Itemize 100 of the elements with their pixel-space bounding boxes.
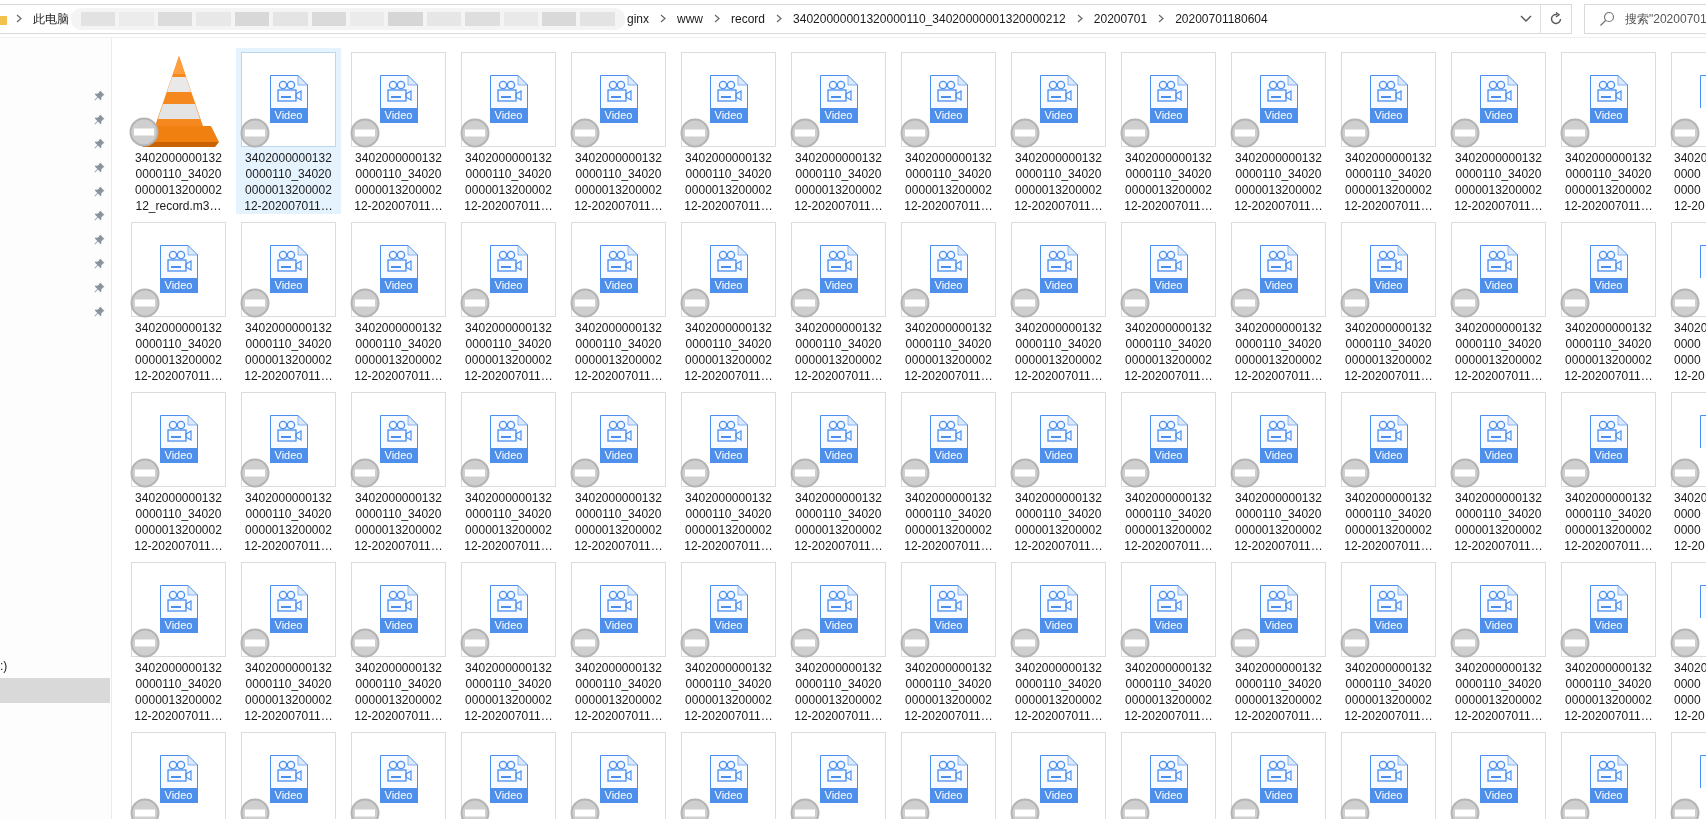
- file-item[interactable]: Video 34020000001320000110_34020000001320000212-202007011…: [236, 558, 341, 724]
- breadcrumb-item[interactable]: 20200701180604: [1173, 9, 1270, 28]
- video-camera-file-icon: [269, 75, 308, 108]
- file-item[interactable]: Video 34020000001320000110_34020000001320000212-202007011…: [676, 48, 781, 214]
- file-item[interactable]: Video 34020000001320000110_34020000001320000212-202007011…: [566, 48, 671, 214]
- file-item[interactable]: Video 34020000001320000110_34020000001320000212-202007011…: [346, 388, 451, 554]
- nav-item[interactable]: :): [0, 653, 110, 678]
- file-item[interactable]: Video 34020000001320000110_34020000001320000212-202007011…: [456, 388, 561, 554]
- file-item[interactable]: Video 34020000001320000110_34020000001320000212-202007011…: [236, 218, 341, 384]
- file-item[interactable]: Video 34020000001320000110_34020000001320000212-202007011…: [566, 218, 671, 384]
- file-item[interactable]: Video 34020000001320000110_34020000001320000212-202007011…: [1336, 218, 1441, 384]
- file-item[interactable]: Video 34020000001320000110_34020000001320000212-202007011…: [1006, 388, 1111, 554]
- file-name: 34020 0000 0000 12-20: [1674, 150, 1706, 214]
- file-item[interactable]: Video 34020000001320000110_34020000001320000212-202007011…: [896, 218, 1001, 384]
- video-camera-file-icon: [1589, 415, 1628, 448]
- minus-circle-icon: [1230, 288, 1260, 318]
- file-name: 34020000001320000110_34020000001320000212-202007011…: [1453, 490, 1544, 554]
- file-name: 34020000001320000110_34020000001320000212-202007011…: [353, 320, 444, 384]
- video-camera-file-icon: [929, 755, 968, 788]
- file-item[interactable]: Video 34020000001320000110_34020000001320000212-202007011…: [1336, 388, 1441, 554]
- minus-circle-icon: [1010, 288, 1040, 318]
- file-item[interactable]: Video 34020000001320000110_34020000001320000212-202007011…: [896, 558, 1001, 724]
- address-bar[interactable]: 此电脑 ginx www record 34020000001320000110_34020000001320000212 20200701 20200701180604: [0, 3, 1572, 34]
- file-item[interactable]: Video 34020000001320000110_34020000001320000212-202007011…: [1446, 558, 1551, 724]
- file-item[interactable]: 34020000001320000110_34020000001320000212_record.m3…: [126, 48, 231, 214]
- file-item[interactable]: Video 34020000001320000110_34020000001320000212-202007011…: [456, 48, 561, 214]
- file-item[interactable]: Video 34020000001320000110_34020000001320000212-202007011…: [1446, 388, 1551, 554]
- file-type-label: Video: [269, 788, 308, 803]
- file-item[interactable]: Video 34020000001320000110_34020000001320000212-202007011…: [346, 48, 451, 214]
- file-item[interactable]: Video 34020000001320000110_34020000001320000212-202007011…: [676, 218, 781, 384]
- file-item[interactable]: Video 34020000001320000110_34020000001320000212-202007011…: [1556, 558, 1661, 724]
- file-item[interactable]: Video 34020000001320000110_34020000001320000212-202007011…: [896, 48, 1001, 214]
- breadcrumb-item[interactable]: record: [729, 9, 768, 28]
- minus-circle-icon: [460, 118, 490, 148]
- file-item[interactable]: 34020 0000 0000 12-20: [1666, 558, 1706, 724]
- minus-circle-icon: [790, 628, 820, 658]
- file-item[interactable]: Video 34020000001320000110_34020000001320000212-202007011…: [786, 388, 891, 554]
- file-item[interactable]: Video 34020000001320000110_34020000001320000212-202007011…: [1226, 218, 1331, 384]
- file-item[interactable]: Video 34020000001320000110_34020000001320000212-202007011…: [1116, 558, 1221, 724]
- file-item[interactable]: Video 34020000001320000110_34020000001320000212-202007011…: [1556, 388, 1661, 554]
- search-field[interactable]: 搜索"20200701: [1584, 3, 1706, 34]
- video-camera-file-icon: [1369, 75, 1408, 108]
- file-item[interactable]: Video 34020000001320000110_34020000001320000212-202007011…: [1336, 558, 1441, 724]
- file-item[interactable]: Video 34020000001320000110_34020000001320000212-202007011…: [1006, 48, 1111, 214]
- file-item[interactable]: 34020 0000 0000 12-20: [1666, 48, 1706, 214]
- breadcrumb-item[interactable]: 20200701: [1091, 9, 1150, 28]
- chevron-right-icon: [714, 14, 720, 23]
- file-item[interactable]: Video 34020000001320000110_34020000001320000212-202007011…: [1446, 218, 1551, 384]
- file-item[interactable]: Video 34020000001320000110_34020000001320000212-202007011…: [456, 558, 561, 724]
- video-camera-file-icon: [1479, 585, 1518, 618]
- video-camera-file-icon: [599, 415, 638, 448]
- file-item[interactable]: 34020 0000 0000 12-20: [1666, 218, 1706, 384]
- file-item[interactable]: Video 34020000001320000110_34020000001320000212-202007011…: [786, 558, 891, 724]
- file-type-label: Video: [269, 448, 308, 463]
- file-item[interactable]: Video 34020000001320000110_34020000001320000212-202007011…: [786, 48, 891, 214]
- file-item[interactable]: Video 34020000001320000110_34020000001320000212-202007011…: [1226, 388, 1331, 554]
- breadcrumb-item[interactable]: 34020000001320000110_34020000001320000212: [791, 9, 1068, 28]
- file-item[interactable]: Video 34020000001320000110_34020000001320000212-202007011…: [346, 558, 451, 724]
- video-camera-file-icon: [1369, 755, 1408, 788]
- file-item[interactable]: Video 34020000001320000110_34020000001320000212-202007011…: [236, 48, 341, 214]
- video-camera-file-icon: [1259, 585, 1298, 618]
- file-item[interactable]: Video 34020000001320000110_34020000001320000212-202007011…: [236, 388, 341, 554]
- file-item[interactable]: Video 34020000001320000110_34020000001320000212-202007011…: [1006, 218, 1111, 384]
- file-item[interactable]: Video 34020000001320000110_34020000001320000212-202007011…: [786, 218, 891, 384]
- breadcrumb-item[interactable]: www: [675, 9, 705, 28]
- file-type-label: Video: [159, 788, 198, 803]
- file-type-label: Video: [379, 618, 418, 633]
- file-item[interactable]: Video 34020000001320000110_34020000001320000212-202007011…: [126, 218, 231, 384]
- file-item[interactable]: Video 34020000001320000110_34020000001320000212-202007011…: [896, 388, 1001, 554]
- minus-circle-icon: [570, 288, 600, 318]
- video-camera-file-icon: [159, 245, 198, 278]
- file-item[interactable]: Video 34020000001320000110_34020000001320000212-202007011…: [126, 388, 231, 554]
- file-item[interactable]: Video 34020000001320000110_34020000001320000212-202007011…: [456, 218, 561, 384]
- minus-circle-icon: [350, 118, 380, 148]
- file-item[interactable]: Video 34020000001320000110_34020000001320000212-202007011…: [1556, 48, 1661, 214]
- file-item[interactable]: Video 34020000001320000110_34020000001320000212-202007011…: [566, 388, 671, 554]
- file-item[interactable]: Video 34020000001320000110_34020000001320000212-202007011…: [1006, 558, 1111, 724]
- file-item[interactable]: Video 34020000001320000110_34020000001320000212-202007011…: [676, 388, 781, 554]
- file-type-label: Video: [709, 278, 748, 293]
- file-item[interactable]: Video 34020000001320000110_34020000001320000212-202007011…: [1446, 48, 1551, 214]
- file-name: 34020000001320000110_34020000001320000212-202007011…: [683, 320, 774, 384]
- file-item[interactable]: Video 34020000001320000110_34020000001320000212-202007011…: [676, 558, 781, 724]
- file-item[interactable]: Video 34020000001320000110_34020000001320000212-202007011…: [1226, 558, 1331, 724]
- breadcrumb-item[interactable]: 此电脑: [31, 9, 71, 28]
- file-item[interactable]: Video 34020000001320000110_34020000001320000212-202007011…: [1116, 388, 1221, 554]
- file-item[interactable]: Video 34020000001320000110_34020000001320000212-202007011…: [1226, 48, 1331, 214]
- file-item[interactable]: Video 34020000001320000110_34020000001320000212-202007011…: [1116, 218, 1221, 384]
- file-item[interactable]: Video 34020000001320000110_34020000001320000212-202007011…: [566, 558, 671, 724]
- file-item[interactable]: Video 34020000001320000110_34020000001320000212-202007011…: [126, 558, 231, 724]
- file-item[interactable]: Video 34020000001320000110_34020000001320000212-202007011…: [1336, 48, 1441, 214]
- file-name: 34020000001320000110_34020000001320000212-202007011…: [1343, 320, 1434, 384]
- file-item[interactable]: Video 34020000001320000110_34020000001320000212-202007011…: [346, 218, 451, 384]
- file-item[interactable]: 34020 0000 0000 12-20: [1666, 388, 1706, 554]
- file-name: 34020000001320000110_34020000001320000212-202007011…: [793, 320, 884, 384]
- breadcrumb-item[interactable]: ginx: [625, 9, 651, 28]
- file-item[interactable]: Video 34020000001320000110_34020000001320000212-202007011…: [1116, 48, 1221, 214]
- video-camera-file-icon: [1149, 415, 1188, 448]
- video-camera-file-icon: [269, 245, 308, 278]
- video-camera-file-icon: [819, 755, 858, 788]
- file-item[interactable]: Video 34020000001320000110_34020000001320000212-202007011…: [1556, 218, 1661, 384]
